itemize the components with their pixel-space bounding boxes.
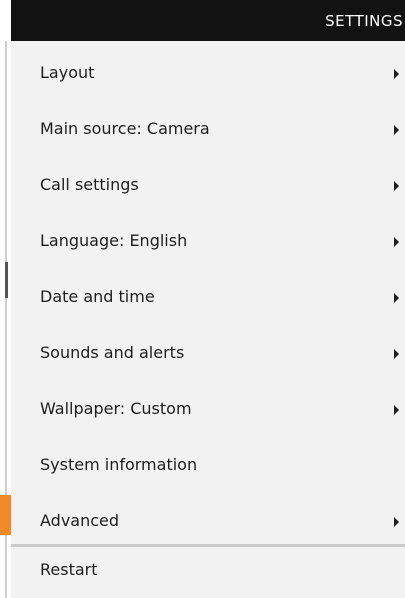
chevron-right-icon xyxy=(394,293,399,303)
chevron-right-icon xyxy=(394,125,399,135)
chevron-right-icon xyxy=(394,181,399,191)
menu-item-language[interactable]: Language: English xyxy=(11,214,405,270)
menu-item-advanced[interactable]: Advanced xyxy=(11,494,405,550)
menu-item-date-and-time[interactable]: Date and time xyxy=(11,270,405,326)
menu-item-label: Language: English xyxy=(40,231,188,250)
menu-item-restart[interactable]: Restart xyxy=(11,547,405,598)
chevron-right-icon xyxy=(394,237,399,247)
menu-item-label: Wallpaper: Custom xyxy=(40,399,192,418)
chevron-right-icon xyxy=(394,517,399,527)
menu-item-wallpaper[interactable]: Wallpaper: Custom xyxy=(11,382,405,438)
menu-item-main-source[interactable]: Main source: Camera xyxy=(11,102,405,158)
chevron-right-icon xyxy=(394,405,399,415)
menu-item-sounds-and-alerts[interactable]: Sounds and alerts xyxy=(11,326,405,382)
page-title: SETTINGS xyxy=(325,12,403,30)
settings-screen: SETTINGS Layout Main source: Camera Call… xyxy=(0,0,405,598)
menu-item-label: Sounds and alerts xyxy=(40,343,185,362)
menu-item-label: Date and time xyxy=(40,287,155,306)
menu-item-layout[interactable]: Layout xyxy=(11,46,405,102)
settings-header: SETTINGS xyxy=(11,0,405,41)
menu-item-label: Call settings xyxy=(40,175,139,194)
chevron-right-icon xyxy=(394,69,399,79)
menu-item-label: Advanced xyxy=(40,511,120,530)
settings-menu: Layout Main source: Camera Call settings… xyxy=(0,41,405,598)
menu-item-label: Restart xyxy=(40,560,98,579)
menu-item-label: Layout xyxy=(40,63,95,82)
menu-item-system-information[interactable]: System information xyxy=(11,438,405,494)
menu-item-call-settings[interactable]: Call settings xyxy=(11,158,405,214)
menu-item-label: System information xyxy=(40,455,198,474)
scroll-thumb[interactable] xyxy=(5,262,8,298)
menu-item-label: Main source: Camera xyxy=(40,119,210,138)
chevron-right-icon xyxy=(394,349,399,359)
